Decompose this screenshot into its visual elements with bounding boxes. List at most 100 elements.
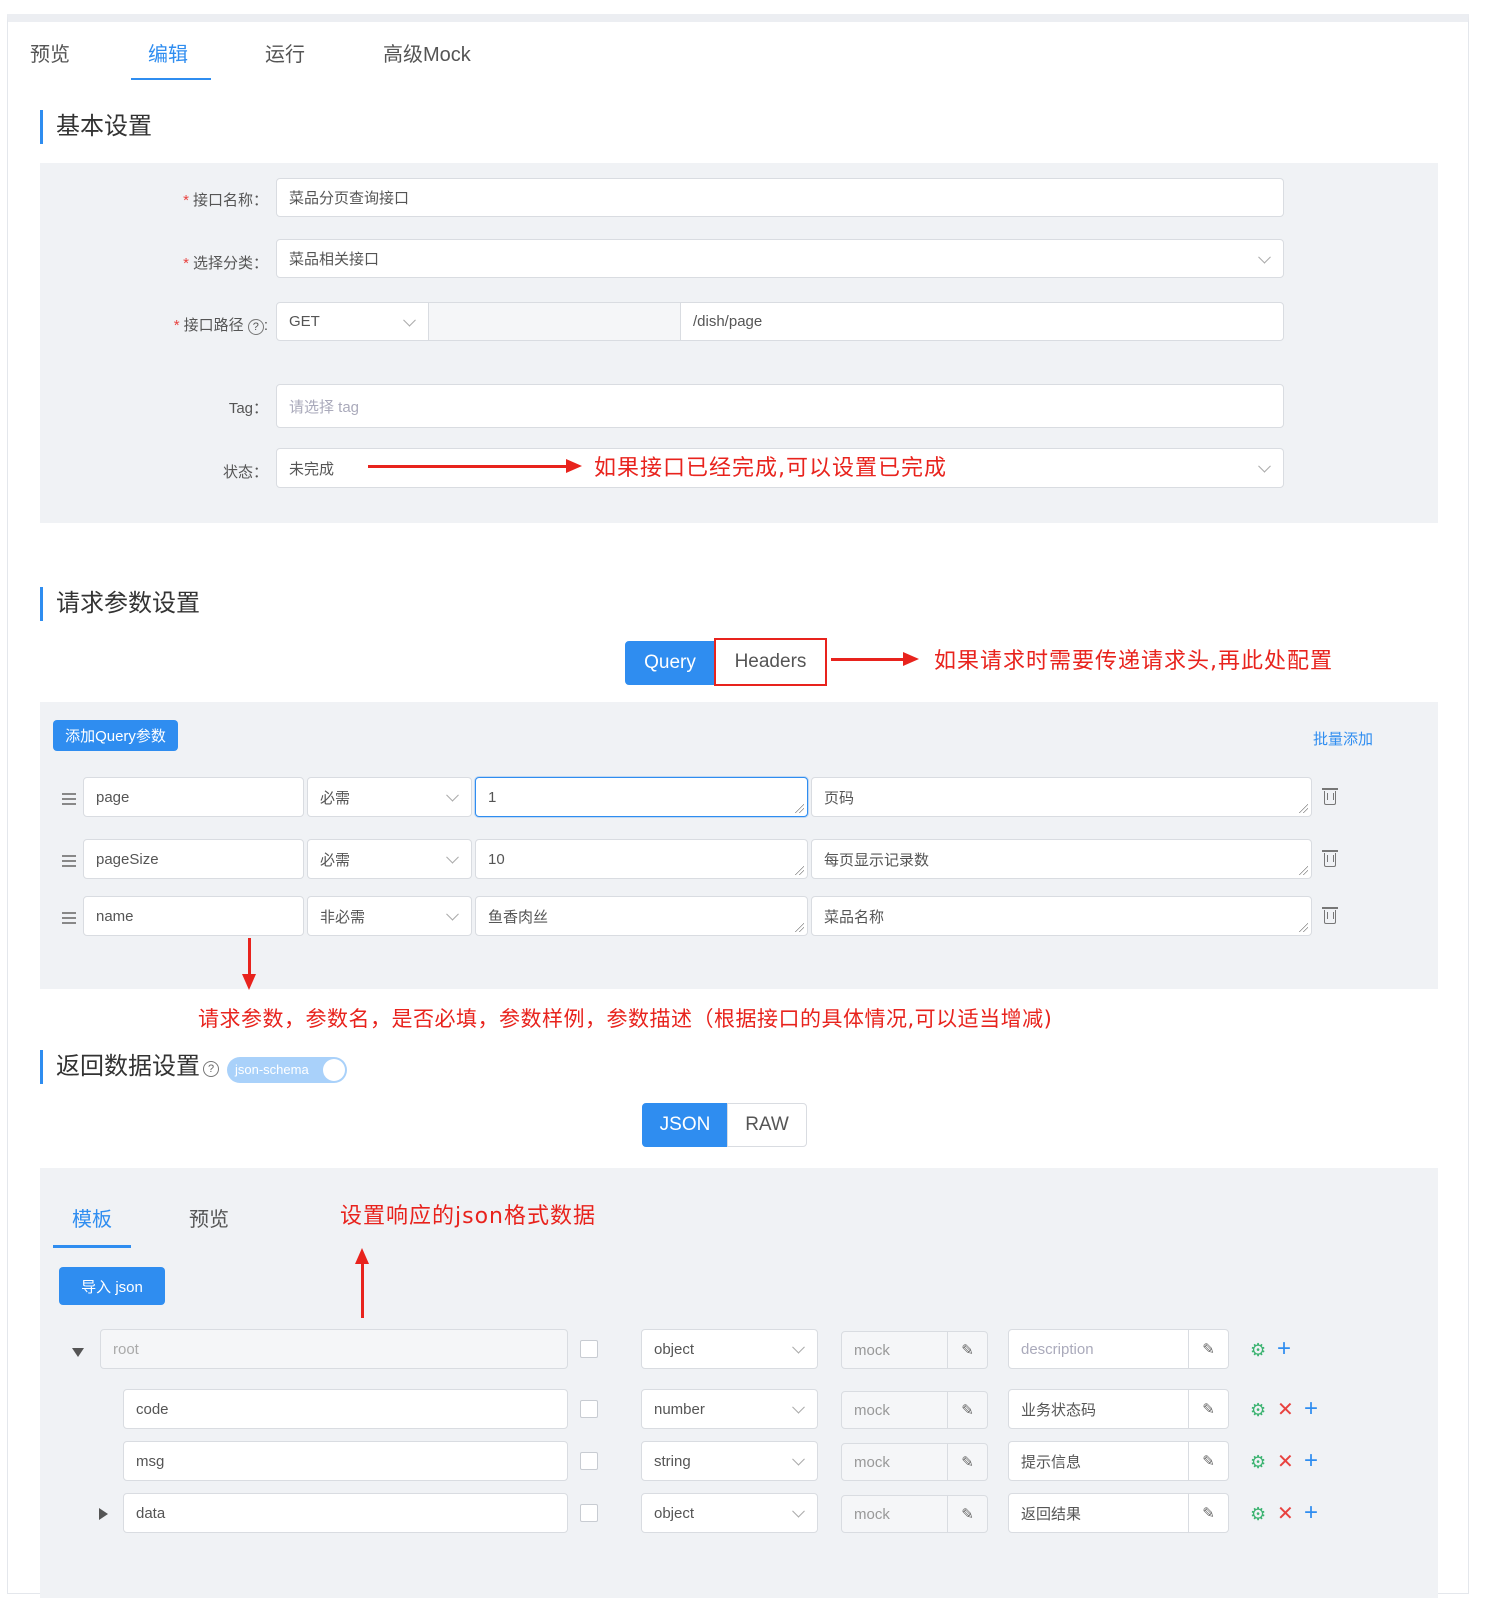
response-settings-title: 返回数据设置 bbox=[40, 1050, 200, 1084]
mock-input[interactable]: mock ✎ bbox=[841, 1443, 988, 1481]
settings-gear-icon[interactable]: ⚙ bbox=[1250, 1401, 1266, 1419]
active-tab-indicator bbox=[131, 78, 211, 80]
edit-icon[interactable]: ✎ bbox=[1188, 1390, 1228, 1428]
field-name-input[interactable]: msg bbox=[123, 1441, 568, 1481]
interface-name-input[interactable]: 菜品分页查询接口 bbox=[276, 178, 1284, 217]
drag-handle-icon[interactable] bbox=[62, 912, 76, 924]
edit-icon[interactable]: ✎ bbox=[1188, 1330, 1228, 1368]
param-name-input[interactable]: name bbox=[83, 896, 304, 936]
param-required-select[interactable]: 必需 bbox=[307, 839, 472, 879]
param-example-input[interactable]: 鱼香肉丝 bbox=[475, 896, 808, 936]
tab-run[interactable]: 运行 bbox=[265, 38, 305, 67]
param-name-input[interactable]: page bbox=[83, 777, 304, 817]
param-name-input[interactable]: pageSize bbox=[83, 839, 304, 879]
tab-preview[interactable]: 预览 bbox=[30, 38, 70, 67]
batch-add-link[interactable]: 批量添加 bbox=[1313, 728, 1373, 749]
chevron-down-icon bbox=[446, 907, 459, 921]
tab-template[interactable]: 模板 bbox=[72, 1203, 112, 1232]
response-panel bbox=[40, 1168, 1438, 1598]
mock-input[interactable]: mock ✎ bbox=[841, 1391, 988, 1429]
json-schema-toggle[interactable]: json-schema bbox=[227, 1057, 347, 1083]
help-icon[interactable]: ? bbox=[247, 319, 264, 335]
request-params-title: 请求参数设置 bbox=[40, 587, 200, 621]
add-query-param-button[interactable]: 添加Query参数 bbox=[53, 720, 178, 751]
trash-icon[interactable] bbox=[1322, 788, 1338, 805]
edit-icon[interactable]: ✎ bbox=[1188, 1494, 1228, 1532]
delete-x-icon[interactable]: ✕ bbox=[1277, 1504, 1294, 1524]
method-select[interactable]: GET bbox=[276, 302, 429, 341]
drag-handle-icon[interactable] bbox=[62, 793, 76, 805]
required-checkbox[interactable] bbox=[580, 1340, 598, 1358]
required-checkbox[interactable] bbox=[580, 1400, 598, 1418]
chevron-down-icon bbox=[446, 850, 459, 864]
param-required-select[interactable]: 非必需 bbox=[307, 896, 472, 936]
field-name-input[interactable]: code bbox=[123, 1389, 568, 1429]
interface-name-label: * 接口名称： bbox=[183, 192, 268, 209]
add-field-icon[interactable]: + bbox=[1304, 1397, 1318, 1421]
tag-select[interactable]: 请选择 tag bbox=[276, 384, 1284, 428]
required-checkbox[interactable] bbox=[580, 1504, 598, 1522]
param-example-input[interactable]: 1 bbox=[475, 777, 808, 817]
add-field-icon[interactable]: + bbox=[1304, 1449, 1318, 1473]
required-checkbox[interactable] bbox=[580, 1452, 598, 1470]
description-input[interactable]: 提示信息 ✎ bbox=[1008, 1441, 1229, 1481]
add-field-icon[interactable]: + bbox=[1277, 1337, 1291, 1361]
mock-input[interactable]: mock ✎ bbox=[841, 1331, 988, 1369]
param-required-select[interactable]: 必需 bbox=[307, 777, 472, 817]
seg-raw[interactable]: RAW bbox=[727, 1103, 807, 1147]
basic-settings-title: 基本设置 bbox=[40, 110, 152, 144]
param-desc-input[interactable]: 页码 bbox=[811, 777, 1312, 817]
expand-icon[interactable] bbox=[99, 1508, 108, 1520]
edit-icon[interactable]: ✎ bbox=[947, 1444, 987, 1480]
settings-gear-icon[interactable]: ⚙ bbox=[1250, 1453, 1266, 1471]
edit-icon[interactable]: ✎ bbox=[1188, 1442, 1228, 1480]
edit-icon[interactable]: ✎ bbox=[947, 1392, 987, 1428]
help-icon[interactable]: ? bbox=[203, 1061, 219, 1077]
path-input[interactable]: /dish/page bbox=[680, 302, 1284, 341]
trash-icon[interactable] bbox=[1322, 850, 1338, 867]
tab-query[interactable]: Query bbox=[625, 641, 715, 685]
drag-handle-icon[interactable] bbox=[62, 855, 76, 867]
description-input[interactable]: 返回结果 ✎ bbox=[1008, 1493, 1229, 1533]
tab-advanced-mock[interactable]: 高级Mock bbox=[383, 38, 471, 67]
annotation-arrow bbox=[831, 652, 919, 666]
description-input[interactable]: 业务状态码 ✎ bbox=[1008, 1389, 1229, 1429]
chevron-down-icon bbox=[446, 788, 459, 802]
active-tab-indicator bbox=[53, 1245, 131, 1248]
annotation-arrow bbox=[242, 938, 256, 990]
field-type-select[interactable]: object bbox=[641, 1493, 818, 1533]
field-type-select[interactable]: number bbox=[641, 1389, 818, 1429]
tag-label: Tag： bbox=[228, 400, 268, 417]
annotation-arrow bbox=[368, 459, 582, 473]
toggle-label: json-schema bbox=[235, 1062, 309, 1077]
chevron-down-icon bbox=[1258, 459, 1271, 473]
chevron-down-icon bbox=[1258, 250, 1271, 264]
status-label: 状态： bbox=[222, 464, 268, 481]
trash-icon[interactable] bbox=[1322, 907, 1338, 924]
tab-headers[interactable]: Headers bbox=[714, 638, 827, 686]
delete-x-icon[interactable]: ✕ bbox=[1277, 1452, 1294, 1472]
field-name-input[interactable]: data bbox=[123, 1493, 568, 1533]
field-type-select[interactable]: string bbox=[641, 1441, 818, 1481]
collapse-icon[interactable] bbox=[72, 1348, 84, 1357]
settings-gear-icon[interactable]: ⚙ bbox=[1250, 1505, 1266, 1523]
edit-icon[interactable]: ✎ bbox=[947, 1496, 987, 1532]
import-json-button[interactable]: 导入 json bbox=[59, 1267, 165, 1305]
mock-input[interactable]: mock ✎ bbox=[841, 1495, 988, 1533]
path-label: * 接口路径 ?: bbox=[173, 317, 268, 335]
add-field-icon[interactable]: + bbox=[1304, 1501, 1318, 1525]
chevron-down-icon bbox=[792, 1504, 805, 1518]
tab-edit[interactable]: 编辑 bbox=[148, 38, 188, 67]
description-input[interactable]: description ✎ bbox=[1008, 1329, 1229, 1369]
params-annotation: 请求参数，参数名，是否必填，参数样例，参数描述（根据接口的具体情况,可以适当增减… bbox=[198, 1007, 1053, 1031]
param-desc-input[interactable]: 每页显示记录数 bbox=[811, 839, 1312, 879]
seg-json[interactable]: JSON bbox=[642, 1103, 728, 1147]
field-type-select[interactable]: object bbox=[641, 1329, 818, 1369]
param-desc-input[interactable]: 菜品名称 bbox=[811, 896, 1312, 936]
tab-response-preview[interactable]: 预览 bbox=[189, 1203, 229, 1232]
category-select[interactable]: 菜品相关接口 bbox=[276, 239, 1284, 278]
delete-x-icon[interactable]: ✕ bbox=[1277, 1400, 1294, 1420]
edit-icon[interactable]: ✎ bbox=[947, 1332, 987, 1368]
settings-gear-icon[interactable]: ⚙ bbox=[1250, 1341, 1266, 1359]
param-example-input[interactable]: 10 bbox=[475, 839, 808, 879]
